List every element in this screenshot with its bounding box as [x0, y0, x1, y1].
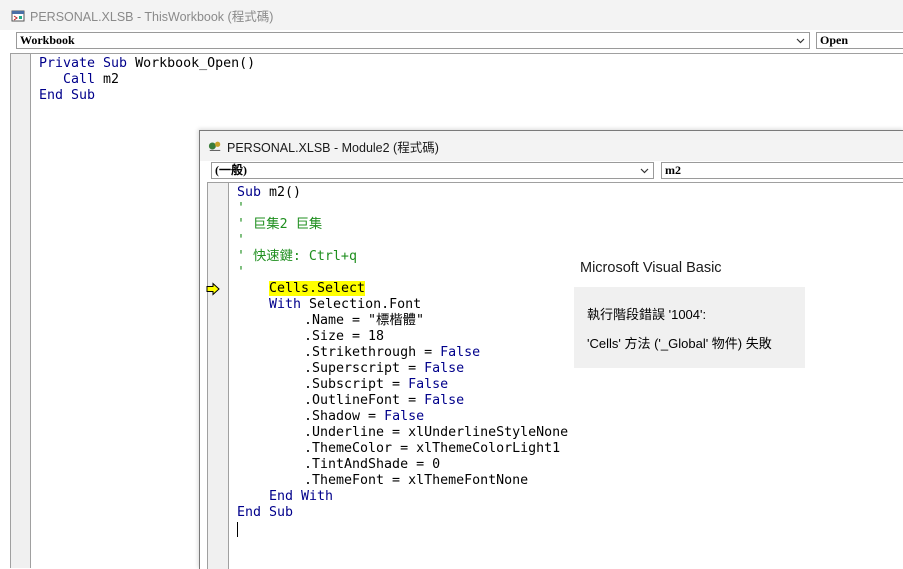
error-message-line1: 執行階段錯誤 '1004': [587, 307, 707, 322]
code-line: End Sub [39, 88, 96, 103]
margin-indicator-bar[interactable] [11, 54, 31, 568]
chevron-down-icon[interactable] [794, 34, 807, 47]
error-message-line2: 'Cells' 方法 ('_Global' 物件) 失敗 [587, 336, 772, 351]
code-line: .ThemeFont = xlThemeFontNone [304, 473, 529, 488]
dialog-title[interactable]: Microsoft Visual Basic [574, 250, 805, 287]
code-line: .Shadow = False [304, 409, 425, 424]
code-line: .Subscript = False [304, 377, 449, 392]
module-icon [208, 141, 221, 151]
window-title: PERSONAL.XLSB - ThisWorkbook (程式碼) [30, 9, 274, 24]
object-combo-value: Workbook [20, 33, 75, 47]
margin-indicator-bar[interactable] [208, 183, 229, 569]
chevron-down-icon[interactable] [638, 164, 651, 177]
code-line: Private Sub Workbook_Open() [39, 56, 256, 71]
window-title: PERSONAL.XLSB - Module2 (程式碼) [227, 140, 439, 155]
comment-line: ' [237, 233, 246, 248]
code-line: .Underline = xlUnderlineStyleNone [304, 425, 569, 440]
code-line: Cells.Select [269, 281, 366, 297]
object-combo-value: (一般) [215, 163, 247, 177]
thisworkbook-titlebar[interactable]: PERSONAL.XLSB - ThisWorkbook (程式碼) [0, 0, 903, 30]
code-line: .ThemeColor = xlThemeColorLight1 [304, 441, 561, 456]
current-statement-highlight: Cells.Select [269, 281, 366, 296]
comment-line: ' [237, 265, 246, 280]
procedure-combo-value: Open [820, 33, 849, 47]
comment-line: ' 快速鍵: Ctrl+q [237, 249, 357, 264]
comment-line: ' 巨集2 巨集 [237, 217, 323, 232]
code-line: Call m2 [63, 72, 120, 87]
object-combo[interactable]: Workbook [16, 32, 810, 49]
code-line: .Name = "標楷體" [304, 313, 424, 328]
code-line: Sub m2() [237, 185, 302, 200]
code-line: .Strikethrough = False [304, 345, 481, 360]
error-dialog: Microsoft Visual Basic 執行階段錯誤 '1004': 'C… [574, 250, 805, 368]
code-line: .Size = 18 [304, 329, 385, 344]
procedure-combo[interactable]: m2 [661, 162, 903, 179]
code-line: End With [269, 489, 334, 504]
execution-point-arrow-icon [206, 282, 220, 296]
code-line: .TintAndShade = 0 [304, 457, 441, 472]
comment-line: ' [237, 201, 246, 216]
code-line: .Superscript = False [304, 361, 465, 376]
code-line: End Sub [237, 505, 294, 520]
code-window-icon [11, 10, 25, 22]
code-line: .OutlineFont = False [304, 393, 465, 408]
module2-titlebar[interactable]: PERSONAL.XLSB - Module2 (程式碼) [200, 131, 903, 161]
procedure-combo-value: m2 [665, 163, 681, 177]
text-caret [237, 522, 238, 537]
object-combo[interactable]: (一般) [211, 162, 654, 179]
code-line: With Selection.Font [269, 297, 422, 312]
procedure-combo[interactable]: Open [816, 32, 903, 49]
